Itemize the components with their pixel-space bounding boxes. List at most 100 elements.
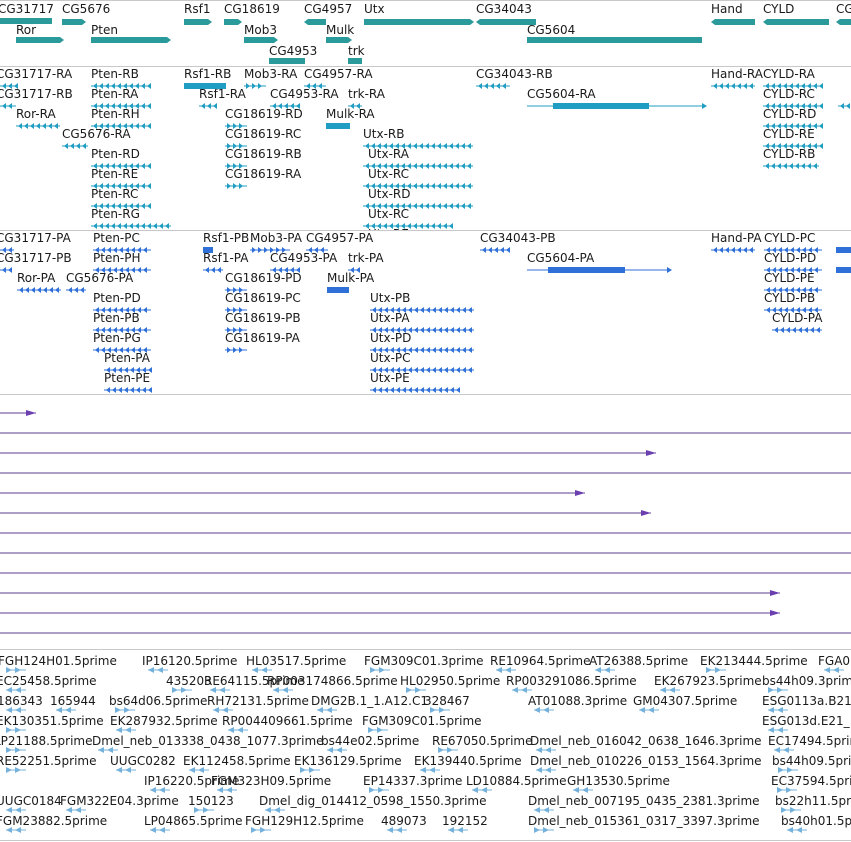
gene-glyph[interactable] [184, 18, 216, 28]
gene-glyph[interactable] [304, 18, 330, 28]
prediction-glyph[interactable] [225, 306, 251, 316]
prediction-glyph[interactable] [225, 326, 251, 336]
prediction-glyph[interactable] [93, 326, 155, 336]
gene-glyph[interactable] [16, 36, 68, 46]
transcript-glyph[interactable] [16, 122, 64, 132]
alignment-line[interactable] [0, 590, 780, 596]
prediction-glyph[interactable] [348, 266, 364, 276]
prediction-glyph[interactable] [327, 286, 353, 296]
transcript-glyph[interactable] [0, 82, 22, 92]
transcript-glyph[interactable] [91, 162, 155, 172]
gene-glyph[interactable] [836, 18, 851, 28]
transcript-glyph[interactable] [527, 102, 708, 112]
prediction-glyph[interactable] [370, 386, 464, 394]
transcript-glyph[interactable] [225, 162, 251, 172]
alignment-line[interactable] [0, 610, 780, 616]
transcript-glyph[interactable] [91, 82, 155, 92]
prediction-glyph[interactable] [104, 386, 156, 394]
prediction-glyph[interactable] [370, 326, 478, 336]
transcript-glyph[interactable] [763, 102, 827, 112]
prediction-glyph[interactable] [836, 246, 851, 256]
transcript-glyph[interactable] [91, 102, 155, 112]
gene-glyph[interactable] [91, 36, 175, 46]
transcript-glyph[interactable] [763, 122, 827, 132]
alignment-line[interactable] [0, 410, 36, 416]
transcript-glyph[interactable] [363, 142, 477, 152]
alignment-line[interactable] [0, 450, 656, 456]
prediction-glyph[interactable] [0, 266, 16, 276]
est-label: ESG013d.E21_ [762, 714, 851, 728]
transcript-glyph[interactable] [199, 102, 221, 112]
transcript-glyph[interactable] [711, 82, 759, 92]
gene-glyph[interactable] [224, 18, 246, 28]
alignment-line[interactable] [0, 510, 651, 516]
gene-glyph[interactable] [0, 17, 56, 27]
transcript-glyph[interactable] [91, 202, 155, 212]
gene-glyph[interactable] [244, 36, 282, 46]
prediction-glyph[interactable] [764, 266, 826, 276]
prediction-glyph[interactable] [370, 306, 478, 316]
prediction-glyph[interactable] [370, 346, 478, 356]
prediction-glyph[interactable] [250, 246, 294, 256]
transcript-glyph[interactable] [763, 82, 827, 92]
prediction-glyph[interactable] [203, 246, 217, 256]
gene-glyph[interactable] [269, 57, 309, 66]
alignment-line[interactable] [0, 490, 585, 496]
transcript-glyph[interactable] [363, 222, 457, 230]
transcript-glyph[interactable] [363, 182, 477, 192]
transcript-glyph[interactable] [225, 142, 251, 152]
transcript-glyph[interactable] [270, 102, 304, 112]
gene-glyph[interactable] [711, 18, 759, 28]
transcript-glyph[interactable] [0, 102, 20, 112]
prediction-glyph[interactable] [17, 286, 65, 296]
transcript-glyph[interactable] [363, 202, 477, 212]
prediction-glyph[interactable] [764, 246, 826, 256]
prediction-glyph[interactable] [93, 306, 155, 316]
prediction-glyph[interactable] [93, 266, 155, 276]
prediction-glyph[interactable] [836, 266, 851, 276]
transcript-glyph[interactable] [476, 82, 514, 92]
prediction-glyph[interactable] [764, 306, 826, 316]
feature-label: CG34043 [476, 2, 532, 16]
prediction-glyph[interactable] [93, 246, 155, 256]
prediction-glyph[interactable] [480, 246, 514, 256]
transcript-glyph[interactable] [348, 102, 366, 112]
gene-glyph[interactable] [348, 57, 366, 66]
prediction-glyph[interactable] [527, 266, 673, 276]
gene-glyph[interactable] [62, 18, 90, 28]
gene-glyph[interactable] [326, 36, 356, 46]
transcript-glyph[interactable] [91, 122, 155, 132]
transcript-glyph[interactable] [304, 82, 330, 92]
prediction-glyph[interactable] [225, 346, 251, 356]
feature-label: Utx [364, 2, 385, 16]
prediction-glyph[interactable] [370, 366, 478, 376]
feature-label: CG31717-PA [0, 231, 71, 245]
transcript-glyph[interactable] [184, 82, 230, 92]
prediction-glyph[interactable] [711, 246, 759, 256]
transcript-glyph[interactable] [763, 142, 827, 152]
prediction-glyph[interactable] [764, 286, 826, 296]
transcript-glyph[interactable] [326, 122, 354, 132]
gene-glyph[interactable] [364, 18, 478, 28]
prediction-glyph[interactable] [0, 246, 18, 256]
prediction-glyph[interactable] [104, 366, 156, 376]
prediction-glyph[interactable] [772, 326, 826, 336]
transcript-glyph[interactable] [763, 162, 823, 172]
transcript-glyph[interactable] [91, 222, 175, 230]
transcript-glyph[interactable] [244, 82, 270, 92]
transcript-glyph[interactable] [225, 122, 251, 132]
prediction-glyph[interactable] [306, 246, 332, 256]
prediction-glyph[interactable] [270, 266, 304, 276]
gene-glyph[interactable] [763, 18, 833, 28]
prediction-glyph[interactable] [225, 286, 251, 296]
transcript-glyph[interactable] [225, 182, 251, 192]
gene-glyph[interactable] [527, 36, 706, 46]
gene-glyph[interactable] [476, 18, 540, 28]
prediction-glyph[interactable] [93, 346, 155, 356]
transcript-glyph[interactable] [363, 162, 477, 172]
transcript-glyph[interactable] [838, 102, 851, 112]
prediction-glyph[interactable] [66, 286, 90, 296]
transcript-glyph[interactable] [62, 142, 92, 152]
transcript-glyph[interactable] [91, 182, 155, 192]
prediction-glyph[interactable] [203, 266, 227, 276]
